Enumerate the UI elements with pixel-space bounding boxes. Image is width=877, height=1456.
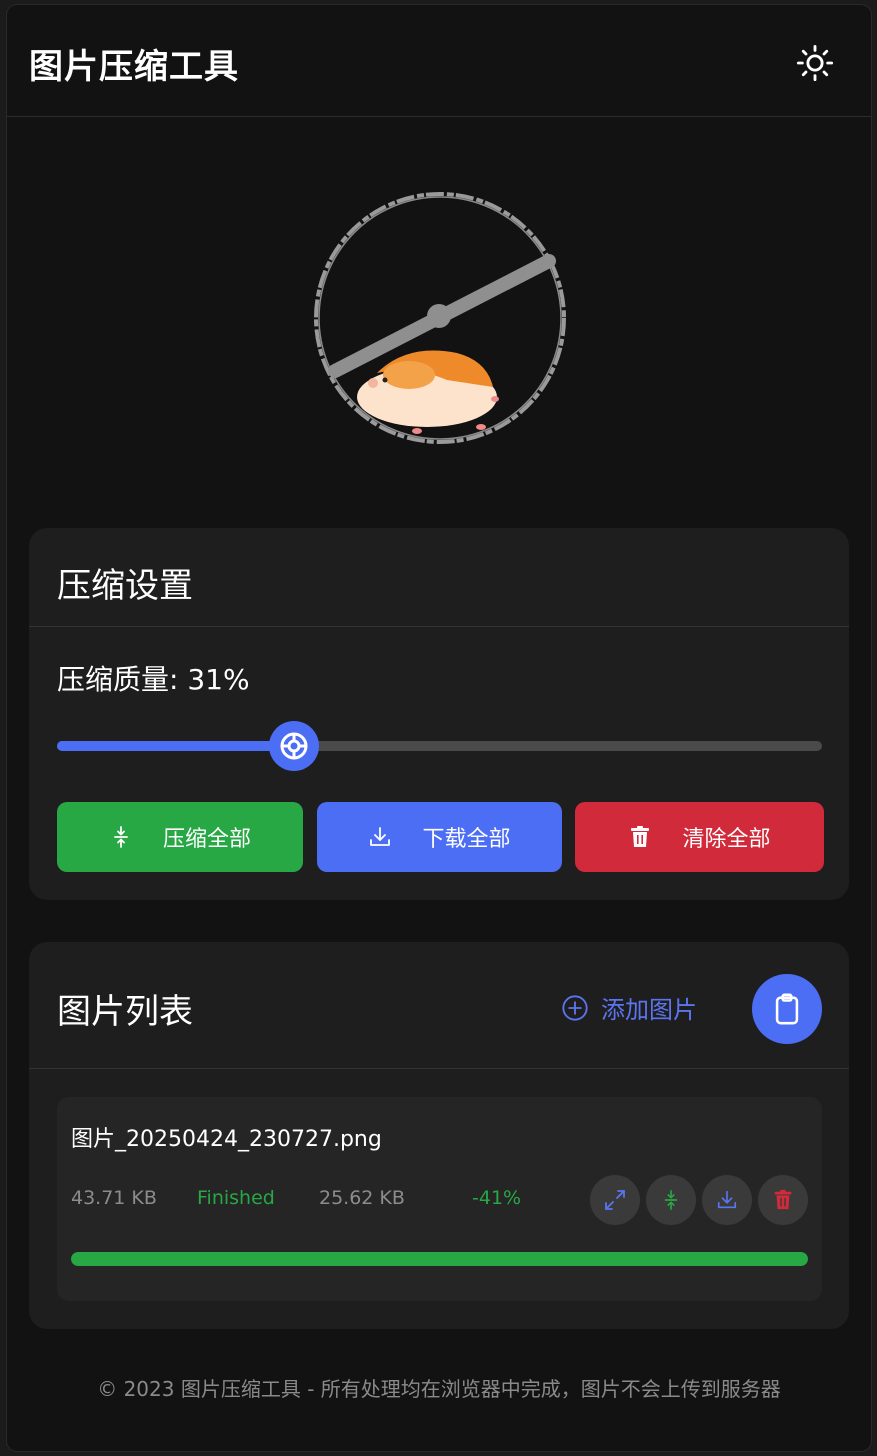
sun-icon: [796, 44, 834, 82]
app-window: 图片压缩工具 压缩设置 压缩质量: 31% 压缩全部 下载全部 清除全部 图片列…: [7, 5, 871, 1451]
quality-label: 压缩质量: 31%: [57, 663, 250, 696]
app-title: 图片压缩工具: [29, 47, 239, 87]
settings-title: 压缩设置: [57, 566, 193, 606]
hamster-wheel-illustration: [297, 175, 587, 475]
card-header: 图片列表 添加图片: [29, 942, 849, 1069]
list-title: 图片列表: [57, 992, 193, 1032]
compressed-size: 25.62 KB: [319, 1187, 405, 1209]
download-icon: [717, 1190, 737, 1209]
compress-icon: [109, 825, 133, 849]
add-image-label: 添加图片: [601, 996, 697, 1024]
original-size: 43.71 KB: [71, 1187, 157, 1209]
compress-icon: [664, 1190, 678, 1210]
compression-settings-card: 压缩设置 压缩质量: 31% 压缩全部 下载全部 清除全部: [29, 528, 849, 900]
app-header: 图片压缩工具: [7, 5, 871, 117]
clipboard-icon: [775, 993, 799, 1025]
download-all-label: 下载全部: [422, 827, 511, 852]
file-name: 图片_20250424_230727.png: [71, 1127, 382, 1152]
card-header: 压缩设置: [29, 528, 849, 627]
compress-all-label: 压缩全部: [162, 827, 251, 852]
download-item-button[interactable]: [702, 1175, 752, 1225]
clear-all-label: 清除全部: [682, 827, 771, 852]
image-list-card: 图片列表 添加图片 图片_20250424_230727.png 43.71 K…: [29, 942, 849, 1329]
lifebuoy-icon: [280, 732, 308, 760]
plus-circle-icon: [562, 994, 588, 1021]
progress-bar: [71, 1252, 808, 1266]
paste-clipboard-button[interactable]: [752, 974, 822, 1044]
download-icon: [368, 825, 392, 849]
add-image-button[interactable]: 添加图片: [561, 990, 697, 1025]
preview-button[interactable]: [590, 1175, 640, 1225]
quality-slider[interactable]: [57, 721, 822, 771]
delete-item-button[interactable]: [758, 1175, 808, 1225]
trash-icon: [774, 1189, 792, 1210]
slider-fill: [57, 741, 295, 751]
progress-fill: [71, 1252, 808, 1266]
compress-all-button[interactable]: 压缩全部: [57, 802, 303, 872]
list-item: 图片_20250424_230727.png 43.71 KB Finished…: [57, 1097, 822, 1301]
trash-icon: [628, 825, 652, 849]
footer-text: © 2023 图片压缩工具 - 所有处理均在浏览器中完成，图片不会上传到服务器: [97, 1377, 781, 1401]
compression-ratio: -41%: [472, 1187, 522, 1209]
download-all-button[interactable]: 下载全部: [317, 802, 562, 872]
status-text: Finished: [197, 1187, 275, 1209]
slider-thumb[interactable]: [269, 721, 320, 771]
expand-icon: [605, 1190, 625, 1210]
theme-toggle-button[interactable]: [793, 41, 837, 85]
compress-item-button[interactable]: [646, 1175, 696, 1225]
clear-all-button[interactable]: 清除全部: [575, 802, 824, 872]
